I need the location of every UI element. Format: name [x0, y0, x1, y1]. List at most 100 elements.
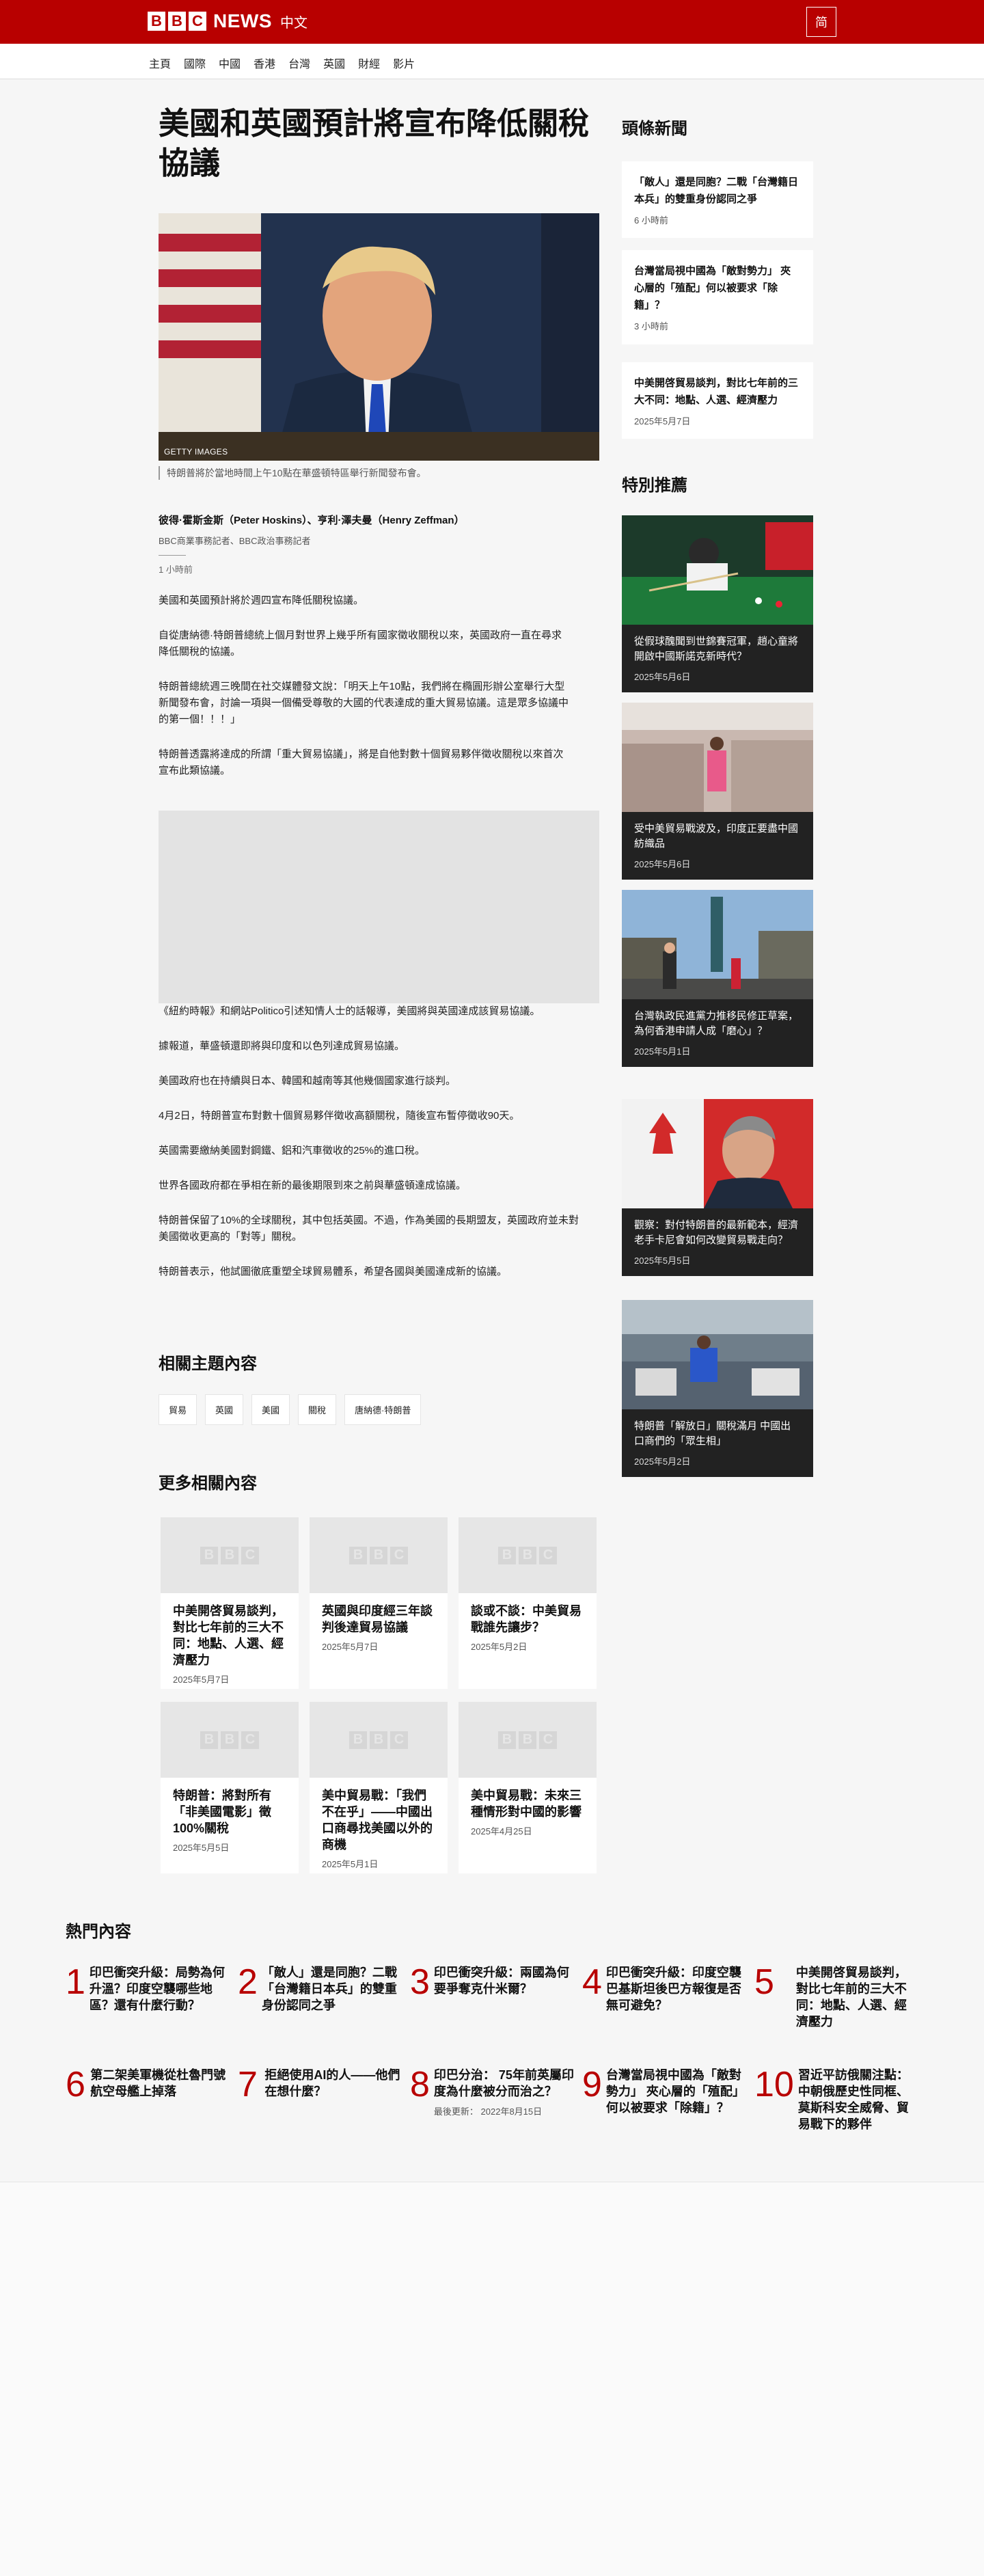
simplified-chinese-toggle[interactable]: 简	[806, 7, 836, 37]
publish-time: 1 小時前	[159, 565, 193, 575]
placeholder-thumbnail: BBC	[310, 1517, 448, 1593]
article-paragraph: 特朗普總統週三晚間在社交媒體發文說：「明天上午10點，我們將在橢圓形辦公室舉行大…	[159, 681, 569, 725]
related-card[interactable]: BBC 英國與印度經三年談判後達貿易協議 2025年5月7日	[310, 1517, 448, 1689]
article-body-part1: 美國和英國預計將於週四宣布降低關稅協議。 自從唐納德·特朗普總統上個月對世界上幾…	[159, 593, 569, 798]
article-hero-image: GETTY IMAGES	[159, 213, 599, 461]
hot-item[interactable]: 3 印巴衝突升級：兩國為何要爭奪克什米爾？	[410, 1963, 574, 2001]
feature-card[interactable]: 受中美貿易戰波及，印度正要盡中國紡織品 2025年5月6日	[622, 703, 813, 880]
hot-title: 印巴衝突升級：印度空襲巴基斯坦後巴方報復是否無可避免？	[606, 1963, 746, 2014]
image-credit: GETTY IMAGES	[164, 447, 228, 457]
edition-label: 中文	[280, 15, 308, 31]
hot-item[interactable]: 10 習近平訪俄關注點：中朝俄歷史性同框、莫斯科安全威脅、貿易戰下的夥伴	[754, 2065, 918, 2132]
topic-tag[interactable]: 英國	[205, 1394, 244, 1425]
related-card[interactable]: BBC 美中貿易戰：「我們不在乎」——中國出口商尋找美國以外的商機 2025年5…	[310, 1702, 448, 1873]
related-card-title: 中美開啓貿易談判，對比七年前的三大不同：地點、人選、經濟壓力	[173, 1604, 284, 1667]
hot-title-text: 印巴衝突升級：兩國為何要爭奪克什米爾？	[433, 1966, 569, 1996]
hot-item[interactable]: 6 第二架美軍機從杜魯門號航空母艦上掉落	[66, 2065, 230, 2104]
hot-title-text: 中美開啓貿易談判，對比七年前的三大不同：地點、人選、經濟壓力	[795, 1966, 907, 2029]
hot-rank: 1	[66, 1962, 85, 2002]
feature-date: 2025年5月6日	[634, 859, 691, 869]
feature-card[interactable]: 台灣執政民進黨力推移民修正草案，為何香港申請人成「磨心」？ 2025年5月1日	[622, 890, 813, 1067]
hot-title: 印巴衝突升級：兩國為何要爭奪克什米爾？	[434, 1963, 574, 2001]
nav-item-taiwan[interactable]: 台灣	[288, 55, 310, 71]
related-card-title: 美中貿易戰：未來三種情形對中國的影響	[471, 1789, 582, 1819]
feature-title: 從假球醜聞到世錦賽冠軍，趙心童將開啟中國斯諾克新時代？	[634, 636, 799, 662]
hot-title: 印巴衝突升級：局勢為何升溫？印度空襲哪些地區？還有什麼行動？	[90, 1963, 230, 2014]
article-headline: 美國和英國預計將宣布降低關稅協議	[159, 106, 590, 180]
feature-date: 2025年5月6日	[634, 672, 691, 682]
hot-item[interactable]: 5 中美開啓貿易談判，對比七年前的三大不同：地點、人選、經濟壓力	[754, 1963, 918, 2030]
hot-rank: 8	[410, 2065, 430, 2104]
related-card-date: 2025年5月7日	[322, 1642, 379, 1652]
hot-item[interactable]: 1 印巴衝突升級：局勢為何升溫？印度空襲哪些地區？還有什麼行動？	[66, 1963, 230, 2014]
more-related-heading: 更多相關內容	[159, 1474, 257, 1493]
feature-image-carney-portrait	[622, 1099, 813, 1208]
topic-tag[interactable]: 貿易	[159, 1394, 197, 1425]
article-paragraph: 美國和英國預計將於週四宣布降低關稅協議。	[159, 595, 364, 606]
article-paragraph: 特朗普透露將達成的所謂「重大貿易協議」，將是自他對數十個貿易夥伴徵收關稅以來首次…	[159, 748, 564, 776]
placeholder-thumbnail: BBC	[459, 1517, 597, 1593]
nav-item-uk[interactable]: 英國	[323, 55, 345, 71]
embedded-media-placeholder	[159, 811, 599, 1003]
hot-title: 「敵人」還是同胞？二戰「台灣籍日本兵」的雙重身份認同之爭	[262, 1963, 402, 2014]
top-story-card[interactable]: 中美開啓貿易談判，對比七年前的三大不同：地點、人選、經濟壓力 2025年5月7日	[622, 362, 813, 439]
placeholder-thumbnail: BBC	[161, 1702, 299, 1778]
topic-tag[interactable]: 關稅	[298, 1394, 337, 1425]
hot-title-text: 台灣當局視中國為「敵對勢力」 夾心層的「殖配」何以被要求「除籍」？	[605, 2068, 745, 2115]
hot-item[interactable]: 7 拒絕使用AI的人——他們在想什麼？	[238, 2065, 402, 2104]
hot-rank: 9	[582, 2065, 602, 2104]
related-card[interactable]: BBC 談或不談：中美貿易戰誰先讓步？ 2025年5月2日	[459, 1517, 597, 1689]
feature-card[interactable]: 觀察：對付特朗普的最新範本，經濟老手卡尼會如何改變貿易戰走向？ 2025年5月5…	[622, 1099, 813, 1276]
page-footer-area	[0, 2182, 984, 2576]
hot-item[interactable]: 2 「敵人」還是同胞？二戰「台灣籍日本兵」的雙重身份認同之爭	[238, 1963, 402, 2014]
article-paragraph: 4月2日，特朗普宣布對數十個貿易夥伴徵收高額關稅，隨後宣布暫停徵收90天。	[159, 1110, 520, 1122]
feature-card[interactable]: 特朗普「解放日」關稅滿月 中國出口商們的「眾生相」 2025年5月2日	[622, 1300, 813, 1477]
hot-rank: 4	[582, 1962, 602, 2002]
feature-card[interactable]: 從假球醜聞到世錦賽冠軍，趙心童將開啟中國斯諾克新時代？ 2025年5月6日	[622, 515, 813, 692]
article-paragraph: 英國需要繳納美國對鋼鐵、鋁和汽車徵收的25%的進口稅。	[159, 1145, 426, 1156]
top-story-card[interactable]: 「敵人」還是同胞？二戰「台灣籍日本兵」的雙重身份認同之爭 6 小時前	[622, 161, 813, 238]
hot-title: 第二架美軍機從杜魯門號航空母艦上掉落	[90, 2065, 230, 2104]
nav-item-video[interactable]: 影片	[393, 55, 415, 71]
logo-letter-c: C	[189, 12, 206, 31]
nav-item-world[interactable]: 國際	[184, 55, 206, 71]
logo-letter-b1: B	[148, 12, 165, 31]
related-card-title: 英國與印度經三年談判後達貿易協議	[322, 1604, 433, 1634]
hot-item[interactable]: 4 印巴衝突升級：印度空襲巴基斯坦後巴方報復是否無可避免？	[582, 1963, 746, 2014]
article-paragraph: 特朗普保留了10%的全球關稅，其中包括英國。不過，作為美國的長期盟友，英國政府並…	[159, 1215, 579, 1243]
related-card[interactable]: BBC 美中貿易戰：未來三種情形對中國的影響 2025年4月25日	[459, 1702, 597, 1873]
byline-divider	[159, 555, 186, 556]
nav-item-business[interactable]: 財經	[358, 55, 380, 71]
placeholder-thumbnail: BBC	[310, 1702, 448, 1778]
hot-item[interactable]: 8 印巴分治： 75年前英屬印度為什麼被分而治之？ 最後更新： 2022年8月1…	[410, 2065, 574, 2120]
nav-item-home[interactable]: 主頁	[149, 55, 171, 71]
related-card[interactable]: BBC 中美開啓貿易談判，對比七年前的三大不同：地點、人選、經濟壓力 2025年…	[161, 1517, 299, 1689]
hot-title: 台灣當局視中國為「敵對勢力」 夾心層的「殖配」何以被要求「除籍」？	[606, 2065, 746, 2116]
top-story-card[interactable]: 台灣當局視中國為「敵對勢力」 夾心層的「殖配」何以被要求「除籍」？ 3 小時前	[622, 250, 813, 344]
article-body-part2: 《紐約時報》和網站Politico引述知情人士的話報導，美國將與英國達成該貿易協…	[159, 1003, 582, 1299]
related-card-date: 2025年4月25日	[471, 1826, 532, 1836]
byline: 彼得·霍斯金斯（Peter Hoskins）、亨利·澤夫曼（Henry Zeff…	[159, 513, 599, 575]
topic-tags: 貿易 英國 美國 關稅 唐納德·特朗普	[159, 1394, 429, 1425]
feature-date: 2025年5月5日	[634, 1256, 691, 1266]
related-card-title: 美中貿易戰：「我們不在乎」——中國出口商尋找美國以外的商機	[322, 1789, 433, 1852]
logo-news-text: NEWS	[213, 10, 272, 31]
hot-title-text: 印巴衝突升級：印度空襲巴基斯坦後巴方報復是否無可避免？	[605, 1966, 741, 2012]
main-nav: 主頁 國際 中國 香港 台灣 英國 財經 影片	[0, 44, 984, 79]
feature-title: 觀察：對付特朗普的最新範本，經濟老手卡尼會如何改變貿易戰走向？	[634, 1219, 799, 1246]
topic-tag[interactable]: 美國	[251, 1394, 290, 1425]
related-card[interactable]: BBC 特朗普：將對所有「非美國電影」徵100%關稅 2025年5月5日	[161, 1702, 299, 1873]
article-paragraph: 自從唐納德·特朗普總統上個月對世界上幾乎所有國家徵收關稅以來，英國政府一直在尋求…	[159, 629, 562, 657]
hot-rank: 5	[754, 1962, 774, 2002]
bbc-logo-icon: BBC	[199, 1731, 260, 1749]
bbc-news-logo[interactable]: B B C NEWS 中文	[148, 10, 308, 32]
hot-item[interactable]: 9 台灣當局視中國為「敵對勢力」 夾心層的「殖配」何以被要求「除籍」？	[582, 2065, 746, 2116]
nav-item-hongkong[interactable]: 香港	[254, 55, 275, 71]
hot-title: 拒絕使用AI的人——他們在想什麼？	[264, 2065, 402, 2104]
related-card-title: 特朗普：將對所有「非美國電影」徵100%關稅	[173, 1789, 271, 1835]
nav-item-china[interactable]: 中國	[219, 55, 241, 71]
article-paragraph: 據報道，華盛頓還即將與印度和以色列達成貿易協議。	[159, 1040, 405, 1052]
topic-tag[interactable]: 唐納德·特朗普	[344, 1394, 422, 1425]
author-roles: BBC商業事務記者、BBC政治事務記者	[159, 536, 311, 546]
feature-title: 台灣執政民進黨力推移民修正草案，為何香港申請人成「磨心」？	[634, 1010, 799, 1037]
